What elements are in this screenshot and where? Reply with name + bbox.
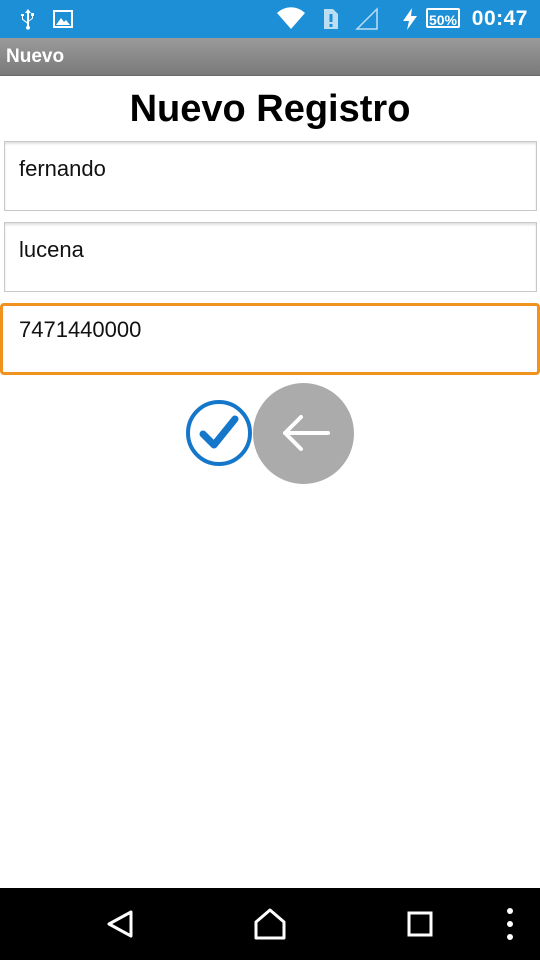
- image-icon: [53, 10, 73, 28]
- app-bar: Nuevo: [0, 38, 540, 76]
- name-field-value: fernando: [19, 156, 106, 181]
- back-triangle-icon[interactable]: [100, 904, 140, 944]
- check-circle-icon: [186, 400, 252, 466]
- wifi-icon: [277, 7, 305, 29]
- back-button[interactable]: [253, 383, 354, 484]
- name-field[interactable]: fernando: [4, 141, 537, 211]
- overflow-menu-icon[interactable]: [490, 904, 530, 944]
- usb-icon: [21, 9, 34, 30]
- page-title: Nuevo Registro: [129, 88, 411, 130]
- surname-field[interactable]: lucena: [4, 222, 537, 292]
- signal-icon: [355, 7, 378, 30]
- battery-icon: 50%: [426, 8, 460, 28]
- app-title: Nuevo: [6, 46, 65, 67]
- confirm-button[interactable]: [185, 399, 253, 467]
- battery-percent: 50%: [428, 12, 458, 28]
- status-bar: 50% 00:47: [0, 0, 540, 38]
- recents-icon[interactable]: [400, 904, 440, 944]
- arrow-left-icon: [283, 415, 330, 451]
- status-time: 00:47: [471, 7, 528, 30]
- surname-field-value: lucena: [19, 237, 84, 262]
- phone-field-value: 7471440000: [19, 317, 142, 342]
- home-icon[interactable]: [250, 904, 290, 944]
- charging-icon: [403, 8, 417, 30]
- nav-bar: [0, 888, 540, 960]
- phone-field[interactable]: 7471440000: [0, 303, 540, 375]
- sim-alert-icon: [324, 9, 338, 29]
